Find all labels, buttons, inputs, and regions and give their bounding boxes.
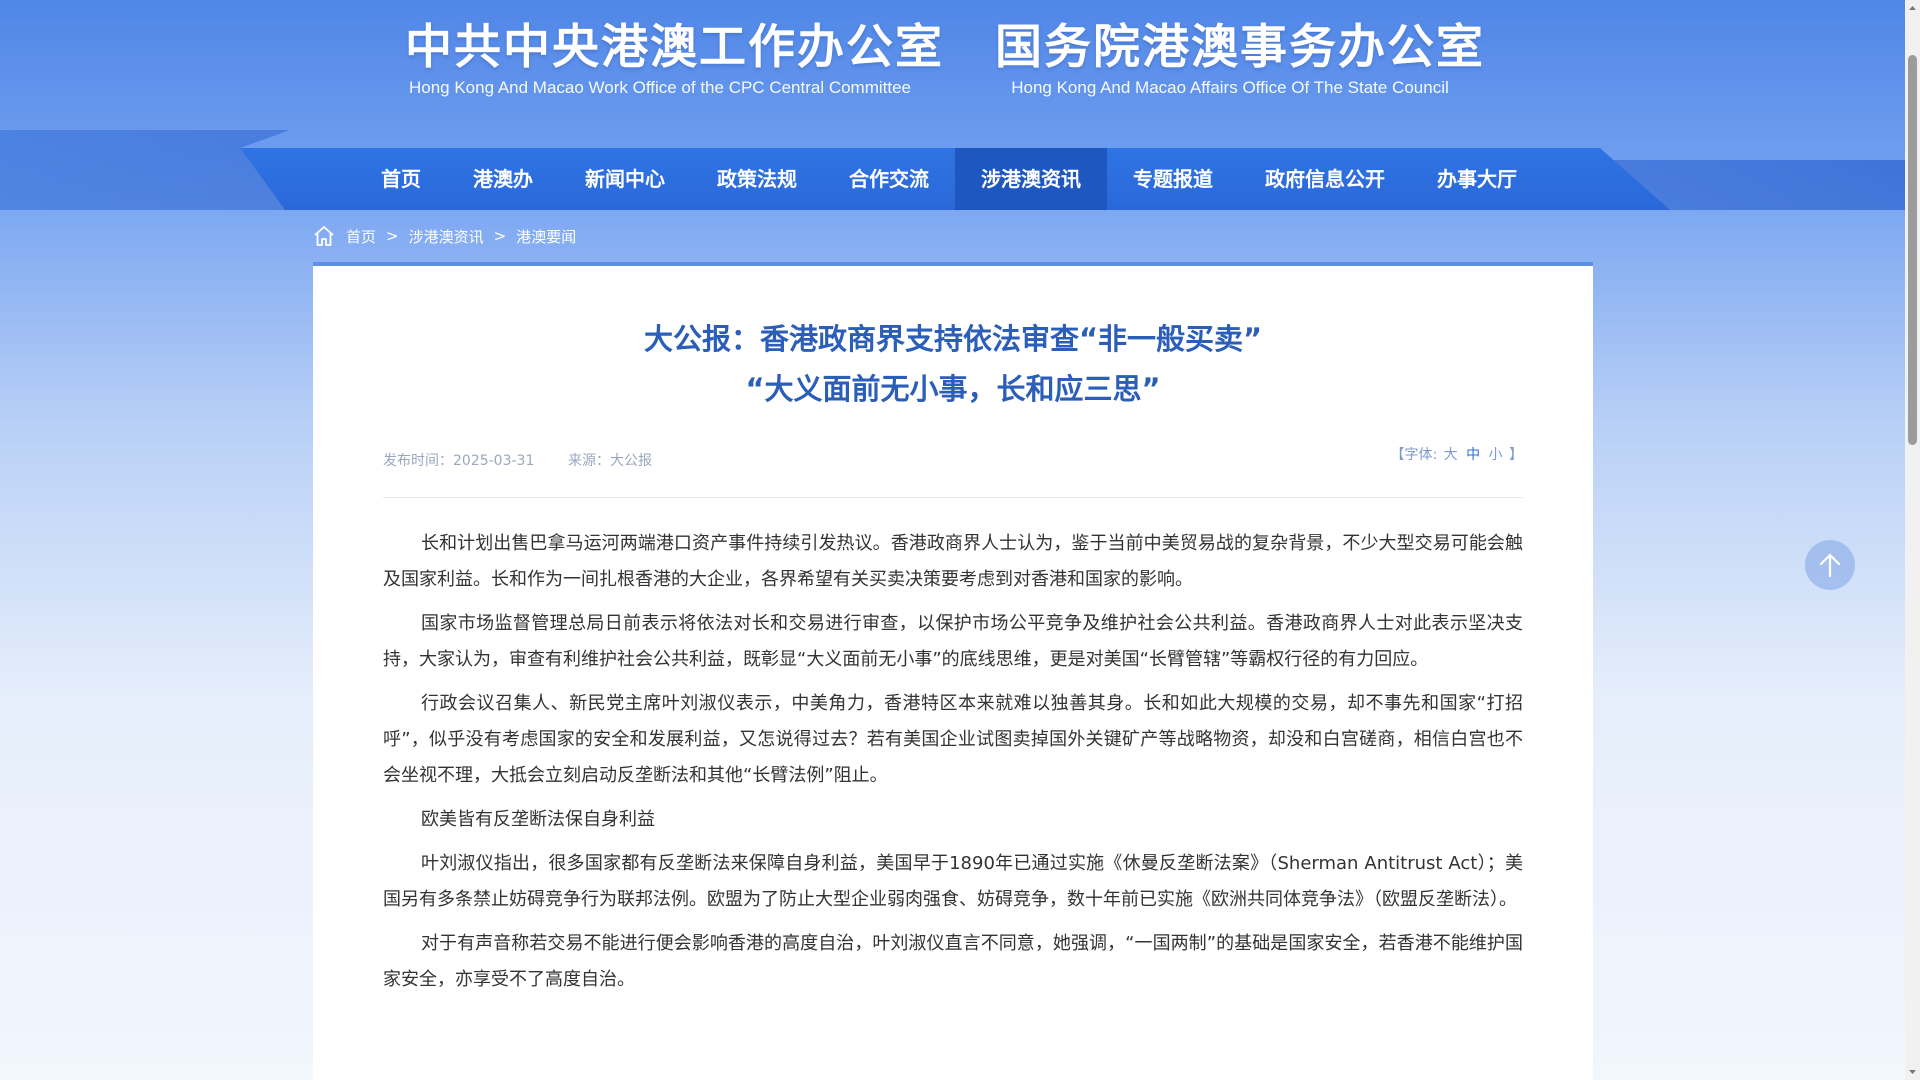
article-subheading: 欧美皆有反垄断法保自身利益 xyxy=(421,809,655,830)
article-title: 大公报：香港政商界支持依法审查“非一般买卖” “大义面前无小事，长和应三思” xyxy=(313,314,1593,414)
site-header: 中共中央港澳工作办公室 Hong Kong And Macao Work Off… xyxy=(0,0,1905,150)
scroll-up-arrow-icon[interactable] xyxy=(1908,2,1917,14)
scrollbar-thumb[interactable] xyxy=(1908,55,1917,445)
article-title-line-1: 大公报：香港政商界支持依法审查“非一般买卖” xyxy=(643,322,1263,356)
home-icon[interactable] xyxy=(312,224,336,248)
arrow-up-icon xyxy=(1819,553,1841,578)
breadcrumb: 首页 > 涉港澳资讯 > 港澳要闻 xyxy=(312,222,576,250)
article-title-line-2: “大义面前无小事，长和应三思” xyxy=(745,372,1161,406)
main-nav: 首页 港澳办 新闻中心 政策法规 合作交流 涉港澳资讯 专题报道 政府信息公开 办事大厅 xyxy=(240,148,1670,210)
nav-item-5[interactable]: 涉港澳资讯 xyxy=(955,148,1107,210)
brand-cpc-subtitle: Hong Kong And Macao Work Office of the C… xyxy=(408,78,912,97)
page-scrollbar[interactable] xyxy=(1905,0,1920,1080)
font-size-open: 【字体: xyxy=(1390,447,1438,463)
brand-state-council-office[interactable]: 国务院港澳事务办公室 Hong Kong And Macao Affairs O… xyxy=(995,20,1485,98)
back-to-top-button[interactable] xyxy=(1805,540,1855,590)
nav-item-1[interactable]: 港澳办 xyxy=(447,148,559,210)
article-card: 大公报：香港政商界支持依法审查“非一般买卖” “大义面前无小事，长和应三思” 发… xyxy=(313,262,1593,1080)
brand-state-council-subtitle: Hong Kong And Macao Affairs Office Of Th… xyxy=(1011,78,1449,97)
nav-item-0[interactable]: 首页 xyxy=(355,148,447,210)
nav-item-8[interactable]: 办事大厅 xyxy=(1411,148,1543,210)
nav-item-4[interactable]: 合作交流 xyxy=(823,148,955,210)
brand-cpc-title: 中共中央港澳工作办公室 xyxy=(405,20,944,75)
breadcrumb-section[interactable]: 涉港澳资讯 xyxy=(409,226,484,247)
font-size-large[interactable]: 大 xyxy=(1444,447,1458,463)
main-nav-bar: 首页 港澳办 新闻中心 政策法规 合作交流 涉港澳资讯 专题报道 政府信息公开 办事大厅 xyxy=(0,130,1905,210)
breadcrumb-current[interactable]: 港澳要闻 xyxy=(516,226,576,247)
page: 中共中央港澳工作办公室 Hong Kong And Macao Work Off… xyxy=(0,0,1905,1080)
article-body: 长和计划出售巴拿马运河两端港口资产事件持续引发热议。香港政商界人士认为，鉴于当前… xyxy=(383,526,1523,1006)
article-paragraph: 行政会议召集人、新民党主席叶刘淑仪表示，中美角力，香港特区本来就难以独善其身。长… xyxy=(383,693,1523,786)
brand-state-council-title: 国务院港澳事务办公室 xyxy=(995,20,1485,75)
brand-cpc-office[interactable]: 中共中央港澳工作办公室 Hong Kong And Macao Work Off… xyxy=(405,20,944,98)
nav-item-2[interactable]: 新闻中心 xyxy=(559,148,691,210)
font-size-medium[interactable]: 中 xyxy=(1466,447,1480,463)
article-paragraph: 叶刘淑仪指出，很多国家都有反垄断法来保障自身利益，美国早于1890年已通过实施《… xyxy=(383,853,1523,910)
breadcrumb-home[interactable]: 首页 xyxy=(346,226,376,247)
nav-decoration-left xyxy=(0,130,290,210)
meta-divider xyxy=(383,497,1523,498)
article-paragraph: 国家市场监督管理总局日前表示将依法对长和交易进行审查，以保护市场公平竞争及维护社… xyxy=(383,613,1523,670)
article-meta: 发布时间：2025-03-31 来源：大公报 【字体: 大 中 小 】 xyxy=(383,447,1523,478)
article-source: 来源：大公报 xyxy=(568,453,652,469)
nav-item-6[interactable]: 专题报道 xyxy=(1107,148,1239,210)
font-size-small[interactable]: 小 xyxy=(1489,447,1503,463)
article-paragraph: 对于有声音称若交易不能进行便会影响香港的高度自治，叶刘淑仪直言不同意，她强调，“… xyxy=(383,933,1523,990)
publish-time: 发布时间：2025-03-31 xyxy=(383,453,535,469)
article-paragraph: 长和计划出售巴拿马运河两端港口资产事件持续引发热议。香港政商界人士认为，鉴于当前… xyxy=(383,533,1523,590)
breadcrumb-separator: > xyxy=(386,227,399,245)
scroll-down-arrow-icon[interactable] xyxy=(1908,1066,1917,1078)
breadcrumb-separator: > xyxy=(493,227,507,245)
nav-item-7[interactable]: 政府信息公开 xyxy=(1239,148,1411,210)
font-size-close: 】 xyxy=(1509,447,1523,463)
nav-items: 首页 港澳办 新闻中心 政策法规 合作交流 涉港澳资讯 专题报道 政府信息公开 办事大厅 xyxy=(355,148,1543,210)
font-size-switcher: 【字体: 大 中 小 】 xyxy=(1390,444,1523,464)
nav-item-3[interactable]: 政策法规 xyxy=(691,148,823,210)
